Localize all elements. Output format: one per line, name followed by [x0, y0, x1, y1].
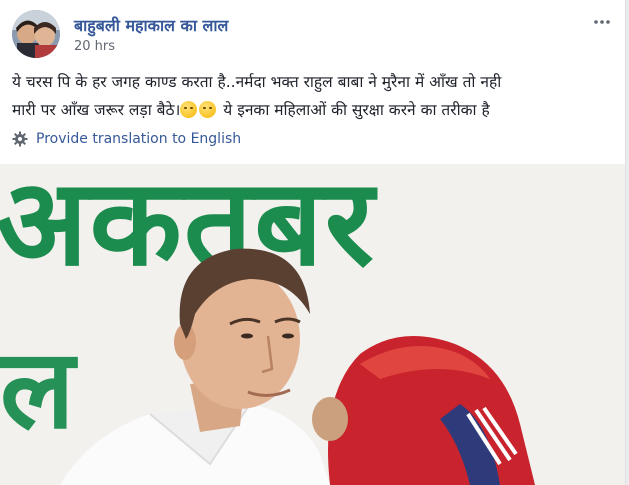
post-header: बाहुबली महाकाल का लाल 20 hrs — [12, 10, 613, 58]
ellipsis-icon[interactable] — [591, 12, 613, 32]
post-card: बाहुबली महाकाल का लाल 20 hrs ये चरस पि क… — [0, 0, 626, 485]
translate-link[interactable]: Provide translation to English — [12, 129, 241, 149]
post-message: ये चरस पि के हर जगह काण्ड करता है..नर्मद… — [12, 68, 612, 124]
smiling-face-icon — [180, 101, 198, 118]
post-text-line-2: मारी पर आँख जरूर लड़ा बैठे। ये इनका महिल… — [12, 96, 612, 124]
translate-link-label: Provide translation to English — [36, 131, 242, 147]
post-text-part-a: मारी पर आँख जरूर लड़ा बैठे। — [12, 101, 181, 119]
post-timestamp[interactable]: 20 hrs — [74, 39, 115, 54]
post-text-part-b: ये इनका महिलाओं की सुरक्षा करने का तरीका… — [218, 101, 490, 119]
post-photo[interactable]: अकतूबर ल — [0, 164, 625, 485]
photo-people-illustration — [60, 248, 535, 485]
post-text-line-1: ये चरस पि के हर जगह काण्ड करता है..नर्मद… — [12, 73, 502, 91]
gear-icon — [12, 131, 28, 147]
author-avatar[interactable] — [12, 10, 60, 58]
avatar-image — [12, 10, 60, 58]
author-name-link[interactable]: बाहुबली महाकाल का लाल — [74, 14, 228, 36]
smiling-face-icon — [199, 101, 217, 118]
